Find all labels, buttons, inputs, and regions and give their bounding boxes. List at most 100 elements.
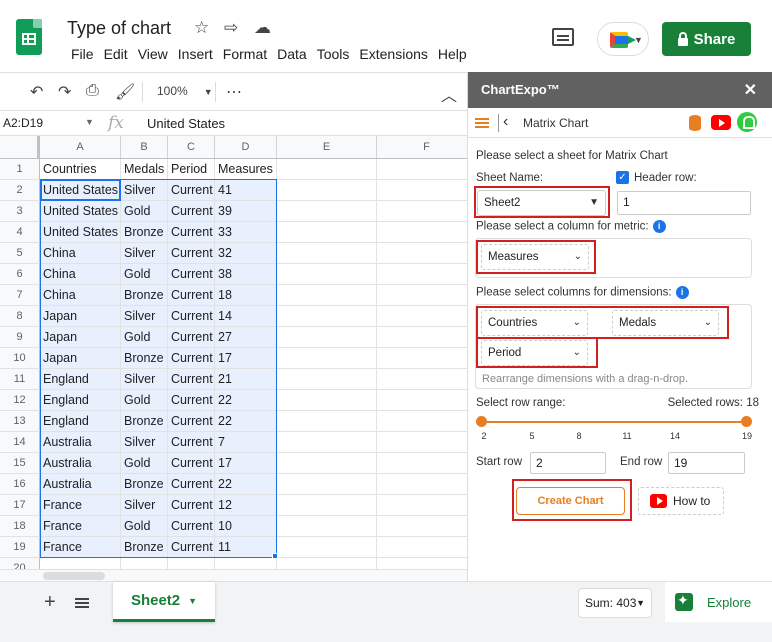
cell-f14[interactable] bbox=[377, 432, 467, 453]
cell-e4[interactable] bbox=[277, 222, 377, 243]
cell-b16[interactable]: Bronze bbox=[121, 474, 168, 495]
cell-f15[interactable] bbox=[377, 453, 467, 474]
sheets-logo-icon[interactable] bbox=[16, 19, 42, 55]
cell-a12[interactable]: England bbox=[40, 390, 121, 411]
cell-f12[interactable] bbox=[377, 390, 467, 411]
paint-format-icon[interactable]: 🖌 bbox=[115, 82, 135, 102]
cell-c1[interactable]: Period bbox=[168, 159, 215, 180]
row-header[interactable]: 16 bbox=[0, 474, 40, 495]
youtube-icon[interactable] bbox=[711, 115, 731, 130]
cell-a7[interactable]: China bbox=[40, 285, 121, 306]
cell-f16[interactable] bbox=[377, 474, 467, 495]
hamburger-menu-icon[interactable] bbox=[475, 118, 489, 120]
cell-a10[interactable]: Japan bbox=[40, 348, 121, 369]
cell-b1[interactable]: Medals bbox=[121, 159, 168, 180]
cell-f1[interactable] bbox=[377, 159, 467, 180]
cell-b18[interactable]: Gold bbox=[121, 516, 168, 537]
comment-history-icon[interactable] bbox=[552, 28, 574, 46]
undo-icon[interactable]: ↶ bbox=[30, 82, 43, 102]
cell-a20[interactable] bbox=[40, 558, 121, 569]
cell-a1[interactable]: Countries bbox=[40, 159, 121, 180]
cell-e8[interactable] bbox=[277, 306, 377, 327]
cell-f11[interactable] bbox=[377, 369, 467, 390]
cell-f3[interactable] bbox=[377, 201, 467, 222]
cell-b11[interactable]: Silver bbox=[121, 369, 168, 390]
cell-c13[interactable]: Current bbox=[168, 411, 215, 432]
cell-e11[interactable] bbox=[277, 369, 377, 390]
row-header[interactable]: 2 bbox=[0, 180, 40, 201]
back-chevron-icon[interactable]: ‹ bbox=[498, 114, 508, 132]
cell-e18[interactable] bbox=[277, 516, 377, 537]
star-icon[interactable]: ☆ bbox=[194, 18, 209, 38]
row-header[interactable]: 7 bbox=[0, 285, 40, 306]
row-header[interactable]: 19 bbox=[0, 537, 40, 558]
cell-a11[interactable]: England bbox=[40, 369, 121, 390]
row-header[interactable]: 17 bbox=[0, 495, 40, 516]
cell-d11[interactable]: 21 bbox=[215, 369, 277, 390]
column-header-f[interactable]: F bbox=[377, 136, 477, 158]
row-header[interactable]: 13 bbox=[0, 411, 40, 432]
collapse-menus-icon[interactable]: ︿ bbox=[441, 82, 457, 106]
cell-b17[interactable]: Silver bbox=[121, 495, 168, 516]
cell-c20[interactable] bbox=[168, 558, 215, 569]
row-header[interactable]: 3 bbox=[0, 201, 40, 222]
cell-f17[interactable] bbox=[377, 495, 467, 516]
column-header-d[interactable]: D bbox=[215, 136, 277, 158]
database-add-icon[interactable] bbox=[689, 115, 701, 131]
cell-e5[interactable] bbox=[277, 243, 377, 264]
row-header[interactable]: 9 bbox=[0, 327, 40, 348]
cell-a13[interactable]: England bbox=[40, 411, 121, 432]
cell-e14[interactable] bbox=[277, 432, 377, 453]
cell-d1[interactable]: Measures bbox=[215, 159, 277, 180]
menu-edit[interactable]: Edit bbox=[99, 46, 133, 62]
cell-d17[interactable]: 12 bbox=[215, 495, 277, 516]
cell-f4[interactable] bbox=[377, 222, 467, 243]
row-header[interactable]: 5 bbox=[0, 243, 40, 264]
cell-e17[interactable] bbox=[277, 495, 377, 516]
row-header[interactable]: 4 bbox=[0, 222, 40, 243]
cell-c10[interactable]: Current bbox=[168, 348, 215, 369]
cell-a5[interactable]: China bbox=[40, 243, 121, 264]
cell-c16[interactable]: Current bbox=[168, 474, 215, 495]
cell-b14[interactable]: Silver bbox=[121, 432, 168, 453]
cell-f5[interactable] bbox=[377, 243, 467, 264]
cell-d13[interactable]: 22 bbox=[215, 411, 277, 432]
row-header[interactable]: 11 bbox=[0, 369, 40, 390]
cell-b2[interactable]: Silver bbox=[121, 180, 168, 201]
create-chart-button[interactable]: Create Chart bbox=[516, 487, 625, 515]
cell-b7[interactable]: Bronze bbox=[121, 285, 168, 306]
end-row-input[interactable]: 19 bbox=[668, 452, 745, 474]
column-header-a[interactable]: A bbox=[40, 136, 121, 158]
row-header[interactable]: 10 bbox=[0, 348, 40, 369]
menu-file[interactable]: File bbox=[66, 46, 99, 62]
cell-d7[interactable]: 18 bbox=[215, 285, 277, 306]
cell-d15[interactable]: 17 bbox=[215, 453, 277, 474]
row-header[interactable]: 12 bbox=[0, 390, 40, 411]
row-header[interactable]: 6 bbox=[0, 264, 40, 285]
dimension-select-3[interactable]: Period ⌄ bbox=[481, 340, 588, 366]
cell-b4[interactable]: Bronze bbox=[121, 222, 168, 243]
cell-e9[interactable] bbox=[277, 327, 377, 348]
cell-f6[interactable] bbox=[377, 264, 467, 285]
how-to-button[interactable]: How to bbox=[638, 487, 724, 515]
horizontal-scrollbar[interactable] bbox=[0, 569, 467, 581]
cell-c2[interactable]: Current bbox=[168, 180, 215, 201]
cell-c12[interactable]: Current bbox=[168, 390, 215, 411]
cell-b20[interactable] bbox=[121, 558, 168, 569]
cell-a16[interactable]: Australia bbox=[40, 474, 121, 495]
cell-a8[interactable]: Japan bbox=[40, 306, 121, 327]
cell-a3[interactable]: United States bbox=[40, 201, 121, 222]
cell-e20[interactable] bbox=[277, 558, 377, 569]
cell-b3[interactable]: Gold bbox=[121, 201, 168, 222]
cell-e16[interactable] bbox=[277, 474, 377, 495]
chevron-down-icon[interactable]: ▼ bbox=[85, 117, 94, 127]
cloud-status-icon[interactable]: ☁ bbox=[254, 18, 271, 38]
cell-f7[interactable] bbox=[377, 285, 467, 306]
cell-c7[interactable]: Current bbox=[168, 285, 215, 306]
cell-b15[interactable]: Gold bbox=[121, 453, 168, 474]
menu-view[interactable]: View bbox=[133, 46, 173, 62]
zoom-select[interactable]: 100% ▼ bbox=[157, 84, 213, 98]
cell-a18[interactable]: France bbox=[40, 516, 121, 537]
more-options-icon[interactable]: ⋯ bbox=[226, 82, 242, 102]
cell-a19[interactable]: France bbox=[40, 537, 121, 558]
